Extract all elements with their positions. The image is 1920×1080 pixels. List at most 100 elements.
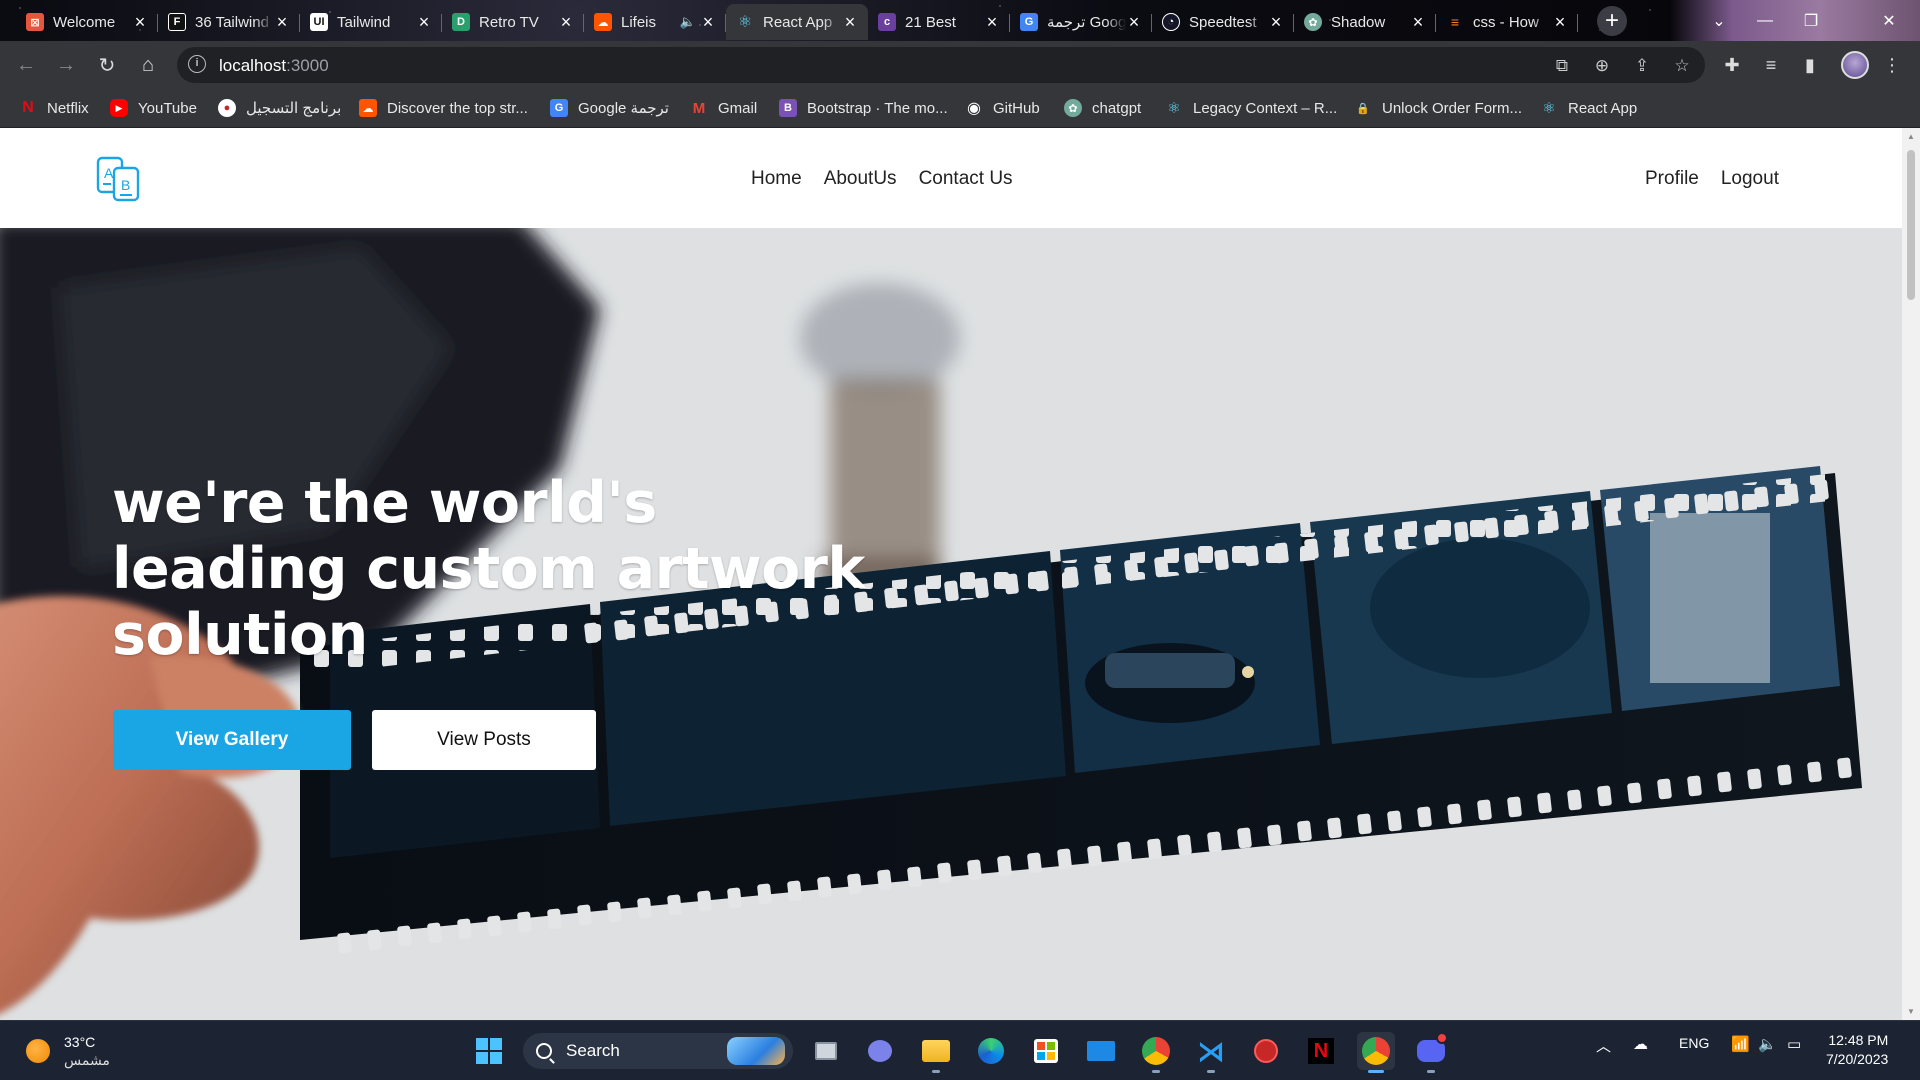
bookmark-youtube[interactable]: ▶ YouTube: [110, 97, 197, 119]
site-info-icon[interactable]: i: [188, 55, 206, 73]
taskbar-discord[interactable]: [1412, 1032, 1450, 1073]
taskbar-mail[interactable]: [1082, 1032, 1120, 1070]
bookmark-github[interactable]: ◉ GitHub: [965, 97, 1040, 119]
tab-close-icon[interactable]: ×: [1268, 12, 1284, 33]
bookmark-star-icon[interactable]: ☆: [1672, 56, 1692, 76]
tab-close-icon[interactable]: ×: [416, 12, 432, 33]
start-button[interactable]: [470, 1032, 508, 1070]
scroll-down-icon[interactable]: ▼: [1906, 1007, 1916, 1016]
running-indicator: [1427, 1070, 1435, 1073]
github-icon: ◉: [967, 100, 981, 117]
onedrive-cloud-icon[interactable]: ☁: [1633, 1035, 1648, 1053]
tab-css-how[interactable]: ≡ css - How ×: [1436, 4, 1578, 40]
tab-close-icon[interactable]: ×: [700, 12, 716, 33]
nav-profile-link[interactable]: Profile: [1645, 168, 1699, 190]
tab-close-icon[interactable]: ×: [132, 12, 148, 33]
tab-react-app[interactable]: ⚛ React App ×: [726, 4, 868, 40]
system-clock[interactable]: 12:48 PM 7/20/2023: [1826, 1031, 1888, 1069]
tab-close-icon[interactable]: ×: [1410, 12, 1426, 33]
bookmark-gmail[interactable]: M Gmail: [690, 97, 757, 119]
tray-overflow-chevron-icon[interactable]: ︿: [1596, 1035, 1611, 1056]
scrollbar-thumb[interactable]: [1907, 150, 1915, 300]
tab-favicon: D: [452, 13, 470, 31]
restore-button[interactable]: ❐: [1788, 0, 1834, 41]
address-bar[interactable]: i localhost:3000 ⧉ ⊕ ⇪ ☆: [177, 47, 1705, 83]
site-logo[interactable]: A B: [96, 156, 142, 202]
page-scrollbar[interactable]: ▲ ▼: [1902, 128, 1920, 1020]
tab-close-icon[interactable]: ×: [274, 12, 290, 33]
tab-close-icon[interactable]: ×: [558, 12, 574, 33]
nav-home-link[interactable]: Home: [751, 168, 802, 190]
bookmark-bootstrap[interactable]: B Bootstrap · The mo...: [779, 97, 948, 119]
tab-speedtest[interactable]: ◔ Speedtest ×: [1152, 4, 1294, 40]
scroll-up-icon[interactable]: ▲: [1906, 132, 1916, 141]
bookmark-google-translate[interactable]: G Google ترجمة: [550, 97, 669, 119]
tab-close-icon[interactable]: ×: [842, 12, 858, 33]
view-posts-button[interactable]: View Posts: [372, 710, 596, 770]
tab-search-chevron-icon[interactable]: ⌄: [1696, 0, 1742, 41]
bookmark-react-app[interactable]: ⚛ React App: [1540, 97, 1637, 119]
taskbar-vscode[interactable]: ⋊: [1192, 1032, 1230, 1073]
speaker-icon[interactable]: 🔈: [680, 14, 696, 30]
bookmark-legacy-context[interactable]: ⚛ Legacy Context – R...: [1165, 97, 1337, 119]
taskbar-store[interactable]: [1027, 1032, 1065, 1070]
close-window-button[interactable]: ✕: [1866, 0, 1912, 41]
tab-36-tailwind[interactable]: F 36 Tailwind ×: [158, 4, 300, 40]
bookmark-label: YouTube: [138, 99, 197, 117]
tab-google-translate[interactable]: G ترجمة Google ×: [1010, 4, 1152, 40]
taskbar-search[interactable]: Search: [523, 1033, 793, 1069]
profile-avatar[interactable]: [1841, 51, 1869, 79]
home-icon[interactable]: ⌂: [133, 50, 163, 80]
tab-lifeis[interactable]: ☁ Lifeis 🔈 ×: [584, 4, 726, 40]
tab-shadow[interactable]: ✿ Shadow ×: [1294, 4, 1436, 40]
tab-favicon: ⊠: [26, 13, 44, 31]
reading-list-icon[interactable]: ≡: [1759, 53, 1783, 77]
battery-icon[interactable]: ▭: [1787, 1035, 1801, 1053]
taskbar-teams[interactable]: [861, 1032, 899, 1070]
tab-close-icon[interactable]: ×: [1126, 12, 1142, 33]
tab-tailwind[interactable]: UI Tailwind ×: [300, 4, 442, 40]
taskbar-edge[interactable]: [972, 1032, 1010, 1070]
new-tab-button[interactable]: +: [1597, 6, 1627, 36]
tab-close-icon[interactable]: ×: [984, 12, 1000, 33]
share-icon[interactable]: ⇪: [1632, 56, 1652, 76]
bookmark-recording-app[interactable]: ● برنامج التسجيل: [218, 97, 341, 119]
bookmark-netflix[interactable]: N Netflix: [19, 97, 88, 119]
reload-icon[interactable]: ↻: [92, 50, 122, 80]
antivirus-icon: [1254, 1039, 1278, 1063]
volume-icon[interactable]: 🔈: [1758, 1035, 1777, 1053]
netflix-icon: N: [22, 99, 34, 116]
tab-21-best[interactable]: c 21 Best ×: [868, 4, 1010, 40]
nav-contact-link[interactable]: Contact Us: [919, 168, 1013, 190]
chrome-icon: [1142, 1037, 1170, 1065]
back-arrow-icon[interactable]: ←: [11, 50, 41, 80]
extensions-icon[interactable]: ✚: [1720, 53, 1744, 77]
nav-logout-link[interactable]: Logout: [1721, 168, 1779, 190]
side-panel-icon[interactable]: ▮: [1798, 53, 1822, 77]
weather-widget[interactable]: 33°C مشمس: [26, 1033, 110, 1069]
forward-arrow-icon[interactable]: →: [51, 50, 81, 80]
tab-retro-tv[interactable]: D Retro TV ×: [442, 4, 584, 40]
open-in-app-icon[interactable]: ⧉: [1552, 56, 1572, 76]
taskbar-file-explorer[interactable]: [917, 1032, 955, 1073]
more-menu-icon[interactable]: ⋮: [1880, 53, 1904, 77]
taskbar-netflix[interactable]: N: [1302, 1032, 1340, 1070]
input-language[interactable]: ENG: [1679, 1035, 1709, 1051]
minimize-button[interactable]: —: [1742, 0, 1788, 41]
bookmark-unlock-order[interactable]: 🔒 Unlock Order Form...: [1354, 97, 1522, 119]
zoom-icon[interactable]: ⊕: [1592, 56, 1612, 76]
view-gallery-button[interactable]: View Gallery: [113, 710, 351, 770]
tab-welcome[interactable]: ⊠ Welcome ×: [16, 4, 158, 40]
address-url[interactable]: localhost:3000: [219, 56, 329, 76]
taskbar-antivirus[interactable]: [1247, 1032, 1285, 1070]
bookmark-chatgpt[interactable]: ✿ chatgpt: [1064, 97, 1141, 119]
task-view-button[interactable]: [807, 1032, 845, 1070]
tab-close-icon[interactable]: ×: [1552, 12, 1568, 33]
bookmark-soundcloud[interactable]: ☁ Discover the top str...: [359, 97, 528, 119]
nav-aboutus-link[interactable]: AboutUs: [824, 168, 897, 190]
taskbar-chrome-active[interactable]: [1357, 1032, 1395, 1073]
netflix-icon: N: [1308, 1038, 1334, 1064]
windows-icon: [476, 1038, 502, 1064]
wifi-icon[interactable]: 📶: [1731, 1035, 1750, 1053]
taskbar-chrome[interactable]: [1137, 1032, 1175, 1073]
